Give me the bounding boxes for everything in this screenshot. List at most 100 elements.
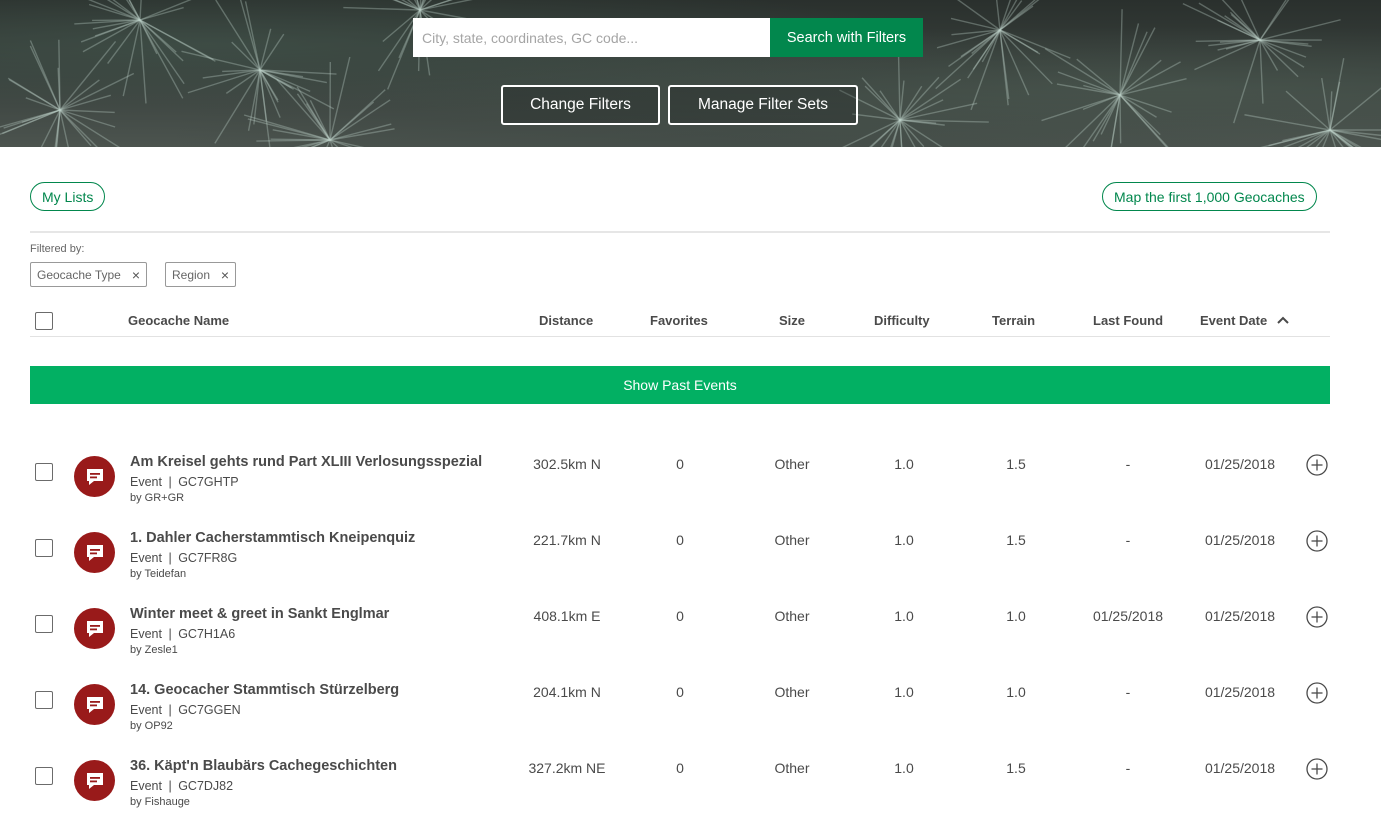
geocache-owner: by Fishauge [130,796,190,808]
favorites-cell: 0 [676,684,684,700]
size-cell: Other [774,608,810,624]
favorites-cell: 0 [676,608,684,624]
row-checkbox[interactable] [35,767,53,785]
table-row: 36. Käpt'n Blaubärs Cachegeschichten Eve… [0,730,1381,808]
chevron-up-icon [1277,316,1289,324]
add-circle-icon[interactable] [1306,530,1328,552]
meta-separator: | [168,551,172,565]
event-chat-icon [74,684,115,725]
row-checkbox[interactable] [35,691,53,709]
change-filters-button[interactable]: Change Filters [501,85,660,125]
geocache-name-link[interactable]: 1. Dahler Cacherstammtisch Kneipenquiz [130,530,415,546]
remove-filter-icon[interactable]: × [132,268,140,282]
distance-cell: 408.1km E [533,608,601,624]
filtered-by-label: Filtered by: [30,243,85,255]
hero-banner: Search with Filters Change Filters Manag… [0,0,1381,147]
difficulty-cell: 1.0 [894,760,914,776]
meta-separator: | [168,475,172,489]
column-header-size[interactable]: Size [779,313,805,328]
add-circle-icon[interactable] [1306,606,1328,628]
geocache-meta: Event | GC7H1A6 [130,627,235,641]
event-date-cell: 01/25/2018 [1204,684,1276,700]
favorites-cell: 0 [676,456,684,472]
geocache-type: Event [130,627,162,641]
filter-chip-label: Region [172,267,211,282]
event-chat-icon [74,608,115,649]
column-header-event-date[interactable]: Event Date [1200,313,1289,328]
size-cell: Other [774,760,810,776]
geocache-type: Event [130,779,162,793]
favorites-cell: 0 [676,760,684,776]
geocache-meta: Event | GC7GHTP [130,475,239,489]
column-header-event-date-label: Event Date [1200,313,1268,328]
terrain-cell: 1.0 [1006,684,1026,700]
remove-filter-icon[interactable]: × [221,268,229,282]
geocache-type: Event [130,703,162,717]
event-date-cell: 01/25/2018 [1204,760,1276,776]
table-header: Geocache Name Distance Favorites Size Di… [30,305,1330,337]
column-header-favorites[interactable]: Favorites [650,313,708,328]
last-found-cell: 01/25/2018 [1092,608,1164,624]
distance-cell: 204.1km N [533,684,601,700]
row-checkbox[interactable] [35,539,53,557]
column-header-distance[interactable]: Distance [539,313,593,328]
terrain-cell: 1.5 [1006,456,1026,472]
size-cell: Other [774,532,810,548]
column-header-last-found[interactable]: Last Found [1093,313,1163,328]
distance-cell: 327.2km NE [528,760,606,776]
terrain-cell: 1.5 [1006,532,1026,548]
geocache-code: GC7H1A6 [178,627,236,641]
column-header-terrain[interactable]: Terrain [992,313,1035,328]
difficulty-cell: 1.0 [894,684,914,700]
column-header-name[interactable]: Geocache Name [128,313,229,328]
geocache-type: Event [130,551,162,565]
filter-chip-label: Geocache Type [37,267,121,282]
difficulty-cell: 1.0 [894,532,914,548]
event-chat-icon [74,760,115,801]
search-input[interactable] [413,18,770,57]
terrain-cell: 1.5 [1006,760,1026,776]
geocache-type: Event [130,475,162,489]
column-header-difficulty[interactable]: Difficulty [874,313,930,328]
row-checkbox[interactable] [35,463,53,481]
row-checkbox[interactable] [35,615,53,633]
add-circle-icon[interactable] [1306,758,1328,780]
last-found-cell: - [1125,684,1131,700]
last-found-cell: - [1125,456,1131,472]
show-past-events-button[interactable]: Show Past Events [30,366,1330,404]
size-cell: Other [774,684,810,700]
filter-chip-geocache-type: Geocache Type × [30,262,147,287]
geocache-meta: Event | GC7FR8G [130,551,237,565]
distance-cell: 302.5km N [533,456,601,472]
map-first-geocaches-button[interactable]: Map the first 1,000 Geocaches [1102,182,1317,211]
event-chat-icon [74,456,115,497]
my-lists-button[interactable]: My Lists [30,182,106,211]
geocache-name-link[interactable]: 36. Käpt'n Blaubärs Cachegeschichten [130,758,397,774]
table-row: 14. Geocacher Stammtisch Stürzelberg Eve… [0,654,1381,732]
geocache-name-link[interactable]: Am Kreisel gehts rund Part XLIII Verlosu… [130,454,482,470]
meta-separator: | [168,703,172,717]
terrain-cell: 1.0 [1006,608,1026,624]
geocache-name-link[interactable]: 14. Geocacher Stammtisch Stürzelberg [130,682,399,698]
add-circle-icon[interactable] [1306,454,1328,476]
event-date-cell: 01/25/2018 [1204,456,1276,472]
distance-cell: 221.7km N [533,532,601,548]
difficulty-cell: 1.0 [894,608,914,624]
add-circle-icon[interactable] [1306,682,1328,704]
manage-filter-sets-button[interactable]: Manage Filter Sets [668,85,858,125]
geocache-meta: Event | GC7GGEN [130,703,241,717]
select-all-checkbox[interactable] [35,312,53,330]
difficulty-cell: 1.0 [894,456,914,472]
filter-chip-region: Region × [165,262,236,287]
geocache-meta: Event | GC7DJ82 [130,779,233,793]
geocache-code: GC7DJ82 [178,779,234,793]
last-found-cell: - [1125,760,1131,776]
geocache-name-link[interactable]: Winter meet & greet in Sankt Englmar [130,606,389,622]
meta-separator: | [168,779,172,793]
search-with-filters-button[interactable]: Search with Filters [770,18,923,57]
favorites-cell: 0 [676,532,684,548]
last-found-cell: - [1125,532,1131,548]
event-date-cell: 01/25/2018 [1204,532,1276,548]
geocache-code: GC7GHTP [178,475,239,489]
table-row: 1. Dahler Cacherstammtisch Kneipenquiz E… [0,502,1381,580]
